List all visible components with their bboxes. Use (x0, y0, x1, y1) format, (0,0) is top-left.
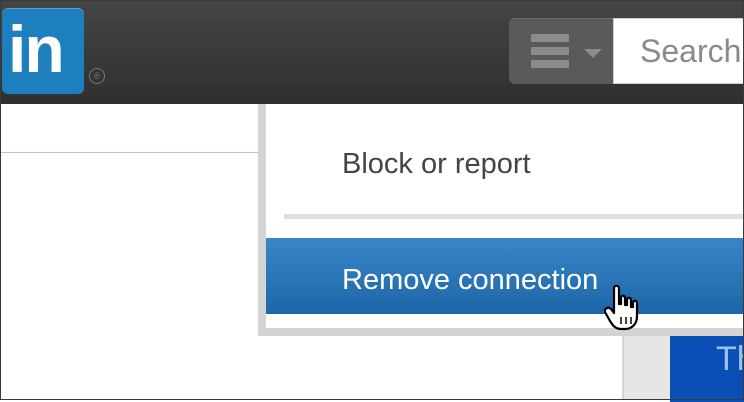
hand-pointer-icon (604, 284, 639, 331)
account-menu-button[interactable] (509, 18, 613, 84)
partial-action-label: Th (716, 340, 744, 378)
linkedin-logo[interactable]: in (2, 8, 84, 94)
menu-icon (531, 34, 569, 68)
menu-item-label: Block or report (342, 148, 531, 180)
menu-item-block-or-report[interactable]: Block or report (266, 104, 744, 214)
menu-separator (284, 214, 744, 219)
search-input[interactable] (613, 18, 744, 84)
menu-item-remove-connection[interactable]: Remove connection (266, 238, 744, 314)
menu-item-label: Remove connection (342, 264, 599, 296)
connection-options-dropdown: Block or report Remove connection (258, 104, 744, 336)
registered-trademark: ® (89, 68, 105, 84)
logo-text: in (8, 12, 65, 86)
chevron-down-icon (584, 49, 602, 58)
partial-action-button[interactable]: Th (670, 332, 744, 402)
content-divider (0, 152, 262, 153)
top-navigation-bar: in ® (0, 0, 744, 104)
